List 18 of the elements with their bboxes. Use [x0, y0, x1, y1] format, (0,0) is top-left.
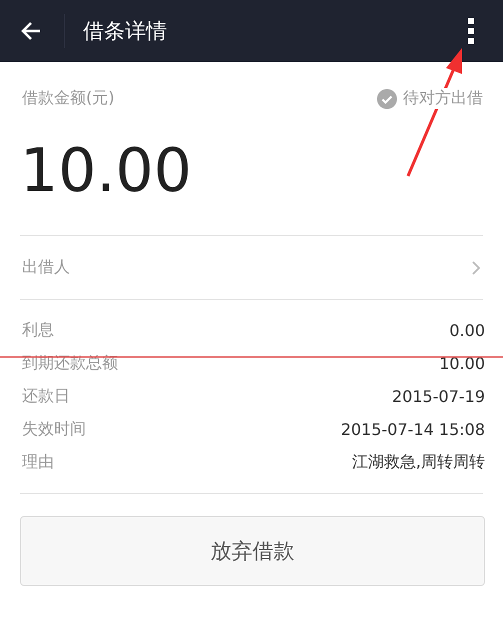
detail-label: 失效时间: [22, 419, 86, 440]
detail-label: 还款日: [22, 386, 70, 407]
check-circle-icon: [377, 88, 397, 108]
detail-value: 0.00: [449, 321, 485, 340]
abandon-loan-button[interactable]: 放弃借款: [20, 516, 485, 586]
detail-value: 2015-07-19: [392, 387, 485, 406]
detail-label: 利息: [22, 320, 54, 341]
loan-amount: 10.00: [20, 136, 192, 206]
page-title: 借条详情: [83, 18, 168, 45]
detail-value: 2015-07-14 15:08: [340, 420, 485, 439]
detail-value: 10.00: [439, 354, 485, 373]
loan-status: 待对方出借: [403, 88, 483, 109]
back-arrow-icon[interactable]: [20, 20, 42, 42]
chevron-right-icon: [471, 260, 481, 276]
detail-label: 理由: [22, 452, 54, 473]
detail-value: 江湖救急,周转周转: [352, 452, 485, 473]
more-menu-icon[interactable]: [465, 17, 477, 45]
amount-label: 借款金额(元): [22, 88, 114, 109]
